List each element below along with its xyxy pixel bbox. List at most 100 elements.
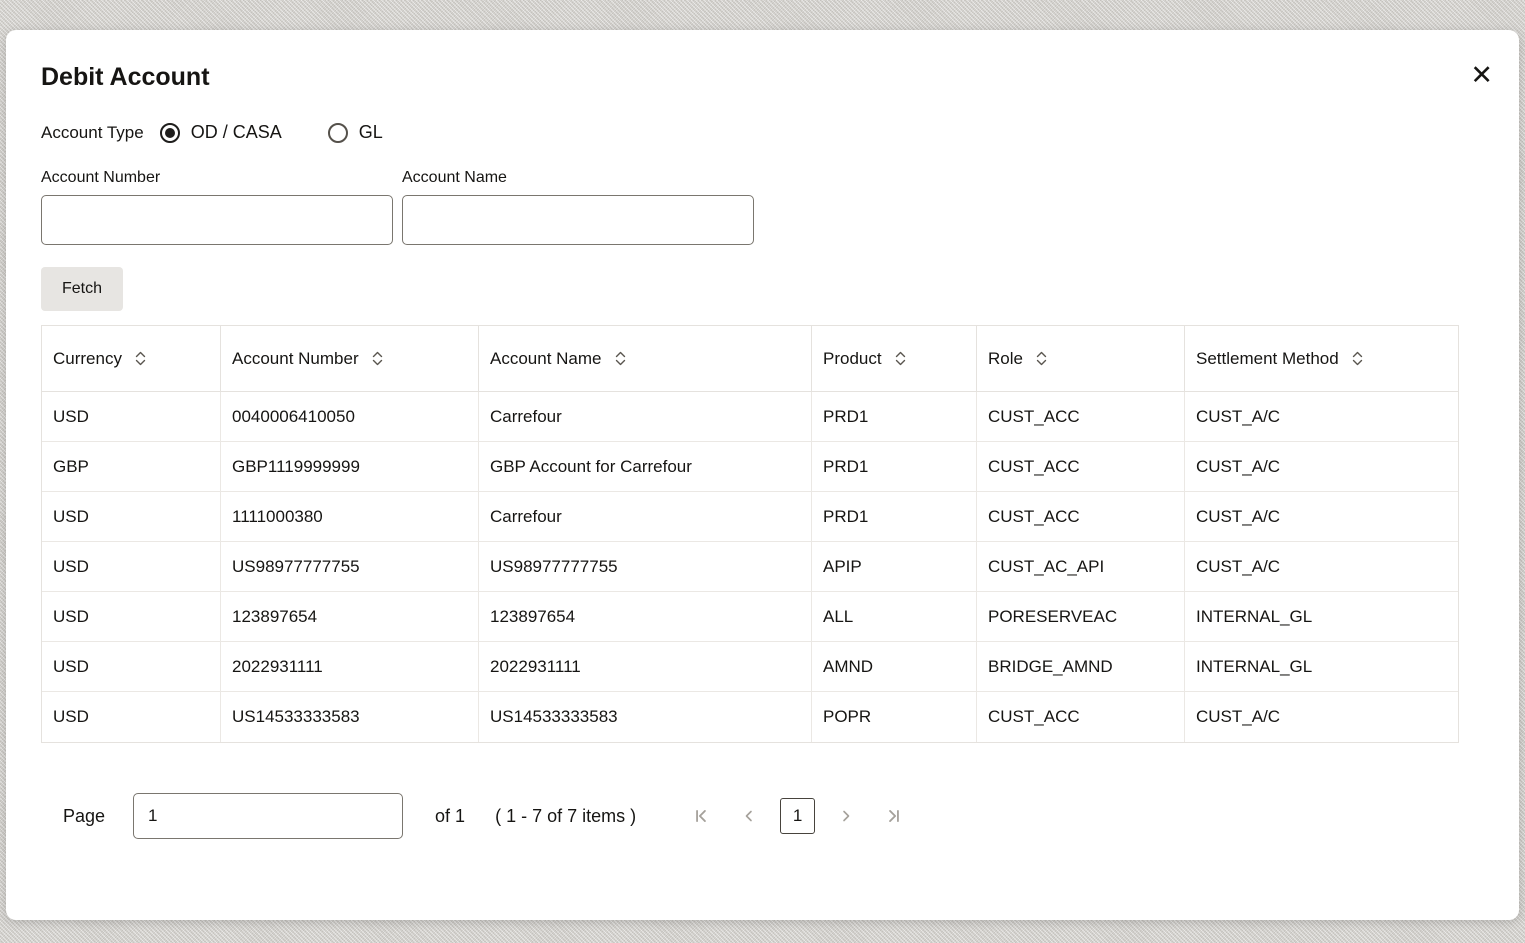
column-header-label: Role (988, 348, 1023, 368)
radio-option-gl[interactable]: GL (327, 122, 383, 143)
table-cell: PRD1 (812, 492, 977, 541)
column-header-label: Account Name (490, 348, 602, 368)
column-header-role[interactable]: Role (977, 326, 1185, 391)
table-cell: USD (42, 592, 221, 641)
table-cell: CUST_ACC (977, 692, 1185, 742)
sort-icon[interactable] (1351, 350, 1364, 367)
table-row[interactable]: GBP GBP1119999999 GBP Account for Carrefou… (42, 442, 1458, 492)
table-cell: USD (42, 692, 221, 742)
table-cell: CUST_A/C (1196, 406, 1281, 426)
table-cell: CUST_A/C (1196, 556, 1281, 576)
table-row[interactable]: USD 123897654 123897654 ALL PORESERVEAC INTER… (42, 592, 1458, 642)
column-header-account-number[interactable]: Account Number (221, 326, 479, 391)
table-cell: ALL (812, 592, 977, 641)
table-cell: PRD1 (812, 392, 977, 441)
items-count-text: ( 1 - 7 of 7 items ) (495, 805, 637, 826)
radio-icon[interactable] (159, 122, 180, 143)
column-header-label: Currency (53, 348, 122, 368)
page-input[interactable] (133, 793, 404, 839)
pager-controls: 1 (684, 798, 911, 834)
accounts-table: Currency Account Number Account Name Produc… (41, 325, 1459, 743)
table-cell: CUST_A/C (1196, 707, 1281, 726)
column-header-account-name[interactable]: Account Name (479, 326, 812, 391)
table-cell: PORESERVEAC (977, 592, 1185, 641)
account-name-field-group: Account Name (402, 169, 754, 245)
table-cell: 123897654 (479, 592, 812, 641)
table-cell: Carrefour (479, 492, 812, 541)
account-name-input[interactable] (402, 195, 754, 245)
table-cell: 2022931111 (479, 642, 812, 691)
column-header-label: Settlement Method (1196, 348, 1339, 368)
table-row[interactable]: USD US98977777755 US98977777755 APIP CUST_AC… (42, 542, 1458, 592)
table-cell: CUST_AC_API (977, 542, 1185, 591)
account-type-label: Account Type (41, 122, 144, 142)
table-row[interactable]: USD 1111000380 Carrefour PRD1 CUST_ACC CUST_A… (42, 492, 1458, 542)
radio-icon[interactable] (327, 122, 348, 143)
table-cell: 123897654 (221, 592, 479, 641)
table-header-row: Currency Account Number Account Name Produc… (42, 326, 1458, 392)
table-cell: USD (42, 542, 221, 591)
current-page-indicator[interactable]: 1 (780, 798, 816, 834)
search-fields-row: Account Number Account Name (41, 169, 1484, 245)
table-cell: PRD1 (812, 442, 977, 491)
table-cell: CUST_A/C (1196, 506, 1281, 526)
pagination-bar: Page of 1 ( 1 - 7 of 7 items ) 1 (63, 793, 1484, 839)
column-header-label: Product (823, 348, 882, 368)
previous-page-icon[interactable] (732, 799, 766, 833)
table-cell: CUST_A/C (1196, 456, 1281, 476)
radio-label: GL (358, 122, 383, 142)
account-number-input[interactable] (41, 195, 393, 245)
table-cell: USD (42, 392, 221, 441)
page-of-text: of 1 (435, 805, 466, 826)
table-cell: GBP1119999999 (221, 442, 479, 491)
column-header-label: Account Number (232, 348, 359, 368)
table-cell: APIP (812, 542, 977, 591)
debit-account-modal: ✕ Debit Account Account Type OD / CASA G… (6, 30, 1519, 920)
table-cell: CUST_ACC (977, 392, 1185, 441)
table-cell: US98977777755 (479, 542, 812, 591)
sort-icon[interactable] (371, 350, 384, 367)
column-header-product[interactable]: Product (812, 326, 977, 391)
table-cell: GBP (42, 442, 221, 491)
table-cell: CUST_ACC (977, 442, 1185, 491)
table-body: USD 0040006410050 Carrefour PRD1 CUST_ACC CUS… (42, 392, 1458, 742)
next-page-icon[interactable] (829, 799, 863, 833)
account-type-group: Account Type OD / CASA GL (41, 122, 1484, 143)
table-cell: GBP Account for Carrefour (479, 442, 812, 491)
table-cell: CUST_ACC (977, 492, 1185, 541)
table-cell: US14533333583 (479, 692, 812, 742)
sort-icon[interactable] (614, 350, 627, 367)
account-name-label: Account Name (402, 169, 507, 186)
page-label: Page (63, 805, 106, 826)
table-cell: Carrefour (479, 392, 812, 441)
column-header-currency[interactable]: Currency (42, 326, 221, 391)
modal-title: Debit Account (41, 63, 210, 91)
sort-icon[interactable] (894, 350, 907, 367)
table-cell: US14533333583 (221, 692, 479, 742)
table-cell: INTERNAL_GL (1196, 606, 1313, 626)
table-cell: USD (42, 492, 221, 541)
account-number-label: Account Number (41, 169, 161, 186)
radio-option-od-casa[interactable]: OD / CASA (159, 122, 282, 143)
table-row[interactable]: USD 2022931111 2022931111 AMND BRIDGE_AMND IN… (42, 642, 1458, 692)
column-header-settlement-method[interactable]: Settlement Method (1185, 326, 1460, 391)
account-number-field-group: Account Number (41, 169, 393, 245)
radio-label: OD / CASA (190, 122, 282, 142)
table-cell: USD (42, 642, 221, 691)
table-cell: 1111000380 (221, 492, 479, 541)
sort-icon[interactable] (1035, 350, 1048, 367)
sort-icon[interactable] (134, 350, 147, 367)
fetch-button[interactable]: Fetch (41, 267, 124, 311)
first-page-icon[interactable] (684, 799, 718, 833)
table-cell: 0040006410050 (221, 392, 479, 441)
table-row[interactable]: USD 0040006410050 Carrefour PRD1 CUST_ACC CUS… (42, 392, 1458, 442)
table-cell: AMND (812, 642, 977, 691)
table-cell: US98977777755 (221, 542, 479, 591)
last-page-icon[interactable] (877, 799, 911, 833)
table-row[interactable]: USD US14533333583 US14533333583 POPR CUST_AC… (42, 692, 1458, 742)
table-cell: BRIDGE_AMND (977, 642, 1185, 691)
table-cell: POPR (812, 692, 977, 742)
close-icon[interactable]: ✕ (1470, 62, 1493, 89)
table-cell: INTERNAL_GL (1196, 656, 1313, 676)
table-cell: 2022931111 (221, 642, 479, 691)
